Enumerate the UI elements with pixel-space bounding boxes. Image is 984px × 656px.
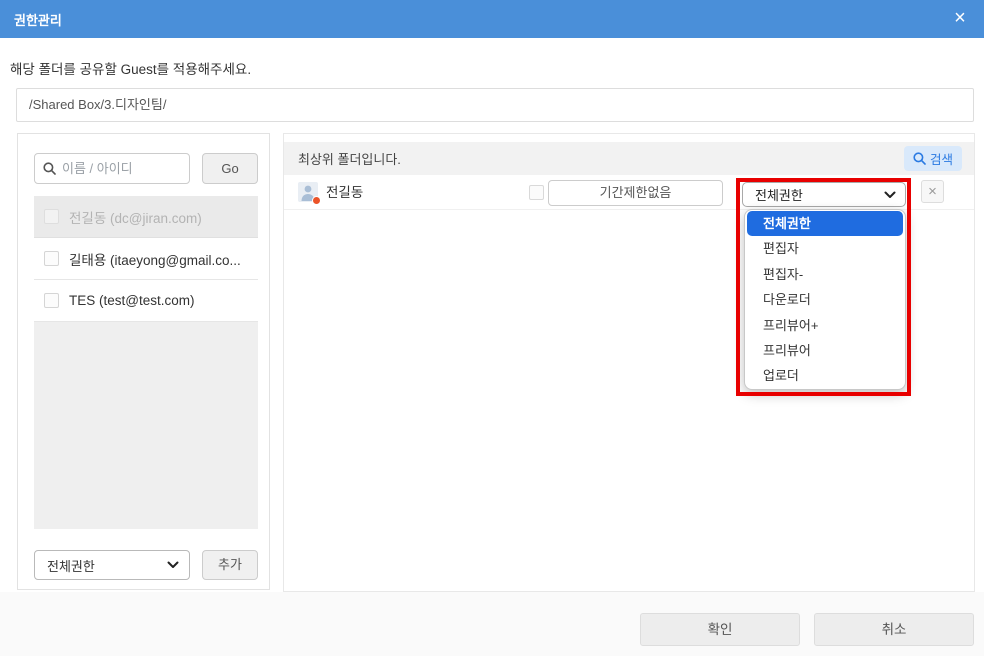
chevron-down-icon [884, 191, 896, 199]
guest-search-panel: Go 전길동 (dc@jiran.com) 길태용 (itaeyong@gmai… [17, 133, 270, 590]
permission-select-value: 전체권한 [47, 558, 95, 574]
panel-header: 최상위 폴더입니다. 검색 [284, 142, 974, 175]
search-icon [43, 162, 56, 175]
guest-label: 전길동 (dc@jiran.com) [69, 210, 202, 226]
checkbox[interactable] [529, 185, 544, 200]
dialog-footer: 확인 취소 [0, 592, 984, 656]
list-item: 전길동 (dc@jiran.com) [34, 196, 258, 238]
permission-dropdown-menu: 전체권한 편집자 편집자- 다운로더 프리뷰어+ 프리뷰어 업로더 [744, 209, 906, 390]
permission-dialog: 권한관리 × 해당 폴더를 공유할 Guest를 적용해주세요. /Shared… [0, 0, 984, 656]
list-item[interactable]: 길태용 (itaeyong@gmail.co... [34, 238, 258, 280]
chevron-down-icon [167, 561, 179, 569]
dropdown-option[interactable]: 업로더 [747, 363, 903, 388]
row-permission-select[interactable]: 전체권한 [742, 182, 906, 207]
dropdown-option[interactable]: 편집자 [747, 236, 903, 261]
guest-name: 전길동 [326, 185, 364, 200]
folder-path-field: /Shared Box/3.디자인팀/ [16, 88, 974, 122]
guest-search-input[interactable] [62, 161, 180, 176]
dropdown-option[interactable]: 프리뷰어 [747, 338, 903, 363]
dropdown-option[interactable]: 다운로더 [747, 287, 903, 312]
ok-button[interactable]: 확인 [640, 613, 800, 646]
guest-search-input-wrap [34, 153, 190, 184]
checkbox[interactable] [44, 293, 59, 308]
dropdown-option[interactable]: 프리뷰어+ [747, 313, 903, 338]
panel-header-text: 최상위 폴더입니다. [298, 152, 401, 167]
close-icon[interactable]: × [947, 0, 973, 38]
dialog-titlebar: 권한관리 × [0, 0, 984, 38]
remove-guest-button[interactable]: × [921, 180, 944, 203]
checkbox[interactable] [44, 251, 59, 266]
dropdown-option[interactable]: 편집자- [747, 262, 903, 287]
period-limit-button[interactable]: 기간제한없음 [548, 180, 723, 206]
go-button[interactable]: Go [202, 153, 258, 184]
checkbox [44, 209, 59, 224]
add-button[interactable]: 추가 [202, 550, 258, 580]
permission-select[interactable]: 전체권한 [34, 550, 190, 580]
row-permission-value: 전체권한 [755, 188, 803, 203]
status-dot [312, 196, 321, 205]
dialog-title: 권한관리 [14, 12, 62, 28]
search-button[interactable]: 검색 [903, 146, 962, 171]
person-icon [298, 182, 321, 205]
search-icon [913, 152, 926, 165]
list-item[interactable]: TES (test@test.com) [34, 280, 258, 322]
dropdown-option[interactable]: 전체권한 [747, 211, 903, 237]
cancel-button[interactable]: 취소 [814, 613, 974, 646]
guest-label: 길태용 (itaeyong@gmail.co... [69, 252, 241, 268]
guest-label: TES (test@test.com) [69, 293, 195, 308]
instruction-text: 해당 폴더를 공유할 Guest를 적용해주세요. [10, 62, 252, 77]
guest-list: 전길동 (dc@jiran.com) 길태용 (itaeyong@gmail.c… [34, 196, 258, 529]
search-button-label: 검색 [929, 153, 953, 167]
